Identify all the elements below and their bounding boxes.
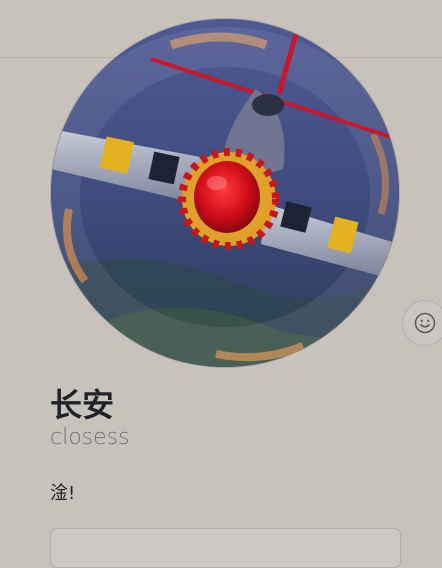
profile-bio: 淦! <box>50 483 76 504</box>
profile-username: closess <box>50 425 130 450</box>
avatar[interactable] <box>51 19 399 367</box>
profile-name-block: 长安 closess <box>50 385 430 451</box>
set-status-button[interactable] <box>402 300 442 346</box>
profile-display-name: 长安 <box>50 386 115 424</box>
profile-action-button[interactable] <box>50 528 401 568</box>
smiley-icon <box>414 312 436 334</box>
avatar-container <box>51 19 442 367</box>
